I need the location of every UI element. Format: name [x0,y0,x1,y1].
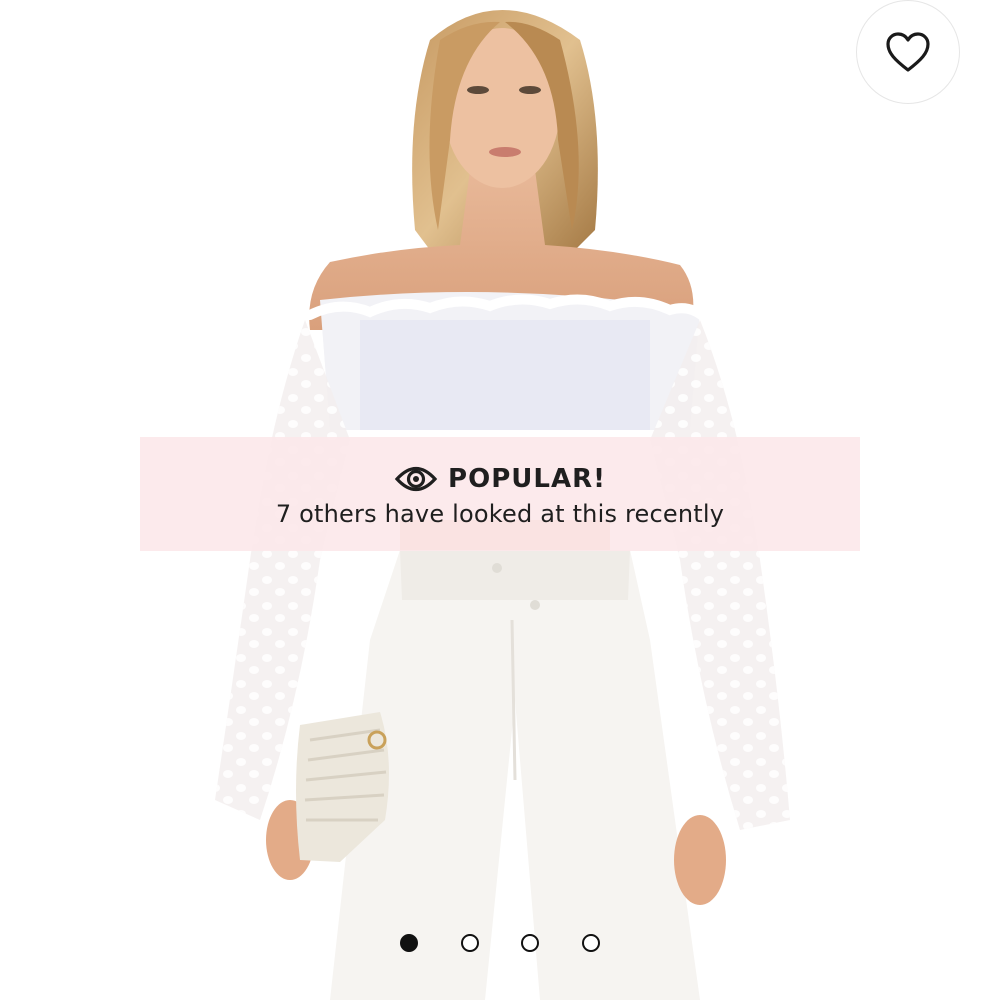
carousel-dot-1[interactable] [400,934,418,952]
carousel-dot-2[interactable] [460,934,479,952]
banner-subtitle: 7 others have looked at this recently [275,500,725,528]
favorite-button[interactable] [856,0,960,104]
popular-banner: POPULAR! 7 others have looked at this re… [140,437,860,551]
banner-title-row: POPULAR! [394,464,606,494]
heart-icon [886,32,930,72]
eye-icon [394,466,438,492]
carousel-dot-4[interactable] [581,934,600,952]
carousel-pagination [400,932,600,954]
carousel-dot-3[interactable] [521,934,540,952]
banner-title: POPULAR! [448,464,606,494]
